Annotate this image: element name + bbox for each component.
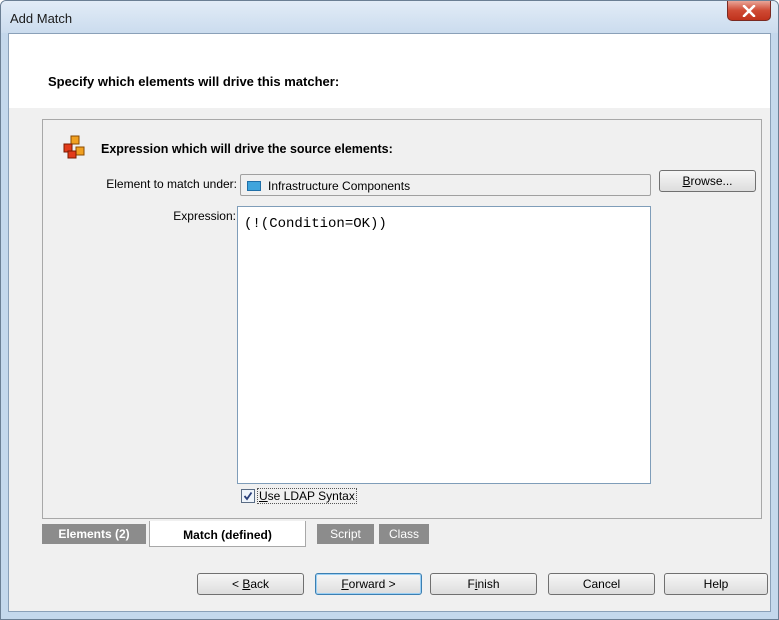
element-to-match-value: Infrastructure Components (268, 179, 411, 193)
tab-strip: Elements (2) Match (defined) Script Clas… (42, 521, 760, 547)
forward-mnemonic: F (341, 577, 349, 591)
expression-text: (!(Condition=OK)) (244, 216, 387, 232)
expression-panel: Expression which will drive the source e… (42, 119, 762, 519)
use-ldap-syntax-checkbox[interactable] (241, 489, 255, 503)
finish-prefix: F (467, 577, 475, 591)
panel-title: Expression which will drive the source e… (101, 142, 393, 156)
tab-script[interactable]: Script (317, 524, 374, 544)
dialog-client-area: Specify which elements will drive this m… (8, 33, 771, 612)
ldap-mnemonic: U (259, 489, 268, 503)
browse-label: rowse... (690, 174, 733, 188)
forward-label: orward > (348, 577, 396, 591)
use-ldap-syntax-label: Use LDAP Syntax (257, 488, 357, 504)
component-icon (247, 181, 261, 191)
add-match-dialog: Add Match Specify which elements will dr… (0, 0, 779, 620)
tab-class[interactable]: Class (379, 524, 429, 544)
finish-label: nish (477, 577, 500, 591)
forward-button[interactable]: Forward > (315, 573, 422, 595)
header-area: Specify which elements will drive this m… (9, 34, 770, 108)
close-icon (742, 4, 756, 17)
title-bar[interactable]: Add Match (1, 1, 778, 33)
back-label: ack (250, 577, 270, 591)
instruction-heading: Specify which elements will drive this m… (48, 74, 340, 89)
element-to-match-label: Element to match under: (106, 177, 237, 191)
ldap-label-text: se LDAP Syntax (267, 489, 355, 503)
tab-match[interactable]: Match (defined) (149, 521, 306, 547)
close-button[interactable] (727, 1, 771, 21)
browse-button[interactable]: Browse... (659, 170, 756, 192)
cancel-button[interactable]: Cancel (548, 573, 655, 595)
tab-elements[interactable]: Elements (2) (42, 524, 146, 544)
finish-button[interactable]: Finish (430, 573, 537, 595)
help-button[interactable]: Help (664, 573, 768, 595)
window-title: Add Match (10, 11, 73, 26)
back-button[interactable]: < Back (197, 573, 304, 595)
expression-textarea[interactable]: (!(Condition=OK)) (237, 206, 651, 484)
checkmark-icon (243, 491, 253, 501)
element-to-match-field: Infrastructure Components (240, 174, 651, 196)
browse-mnemonic: B (682, 174, 691, 188)
element-group-icon (63, 135, 85, 159)
back-prefix: < (231, 577, 243, 591)
expression-label: Expression: (173, 209, 236, 223)
